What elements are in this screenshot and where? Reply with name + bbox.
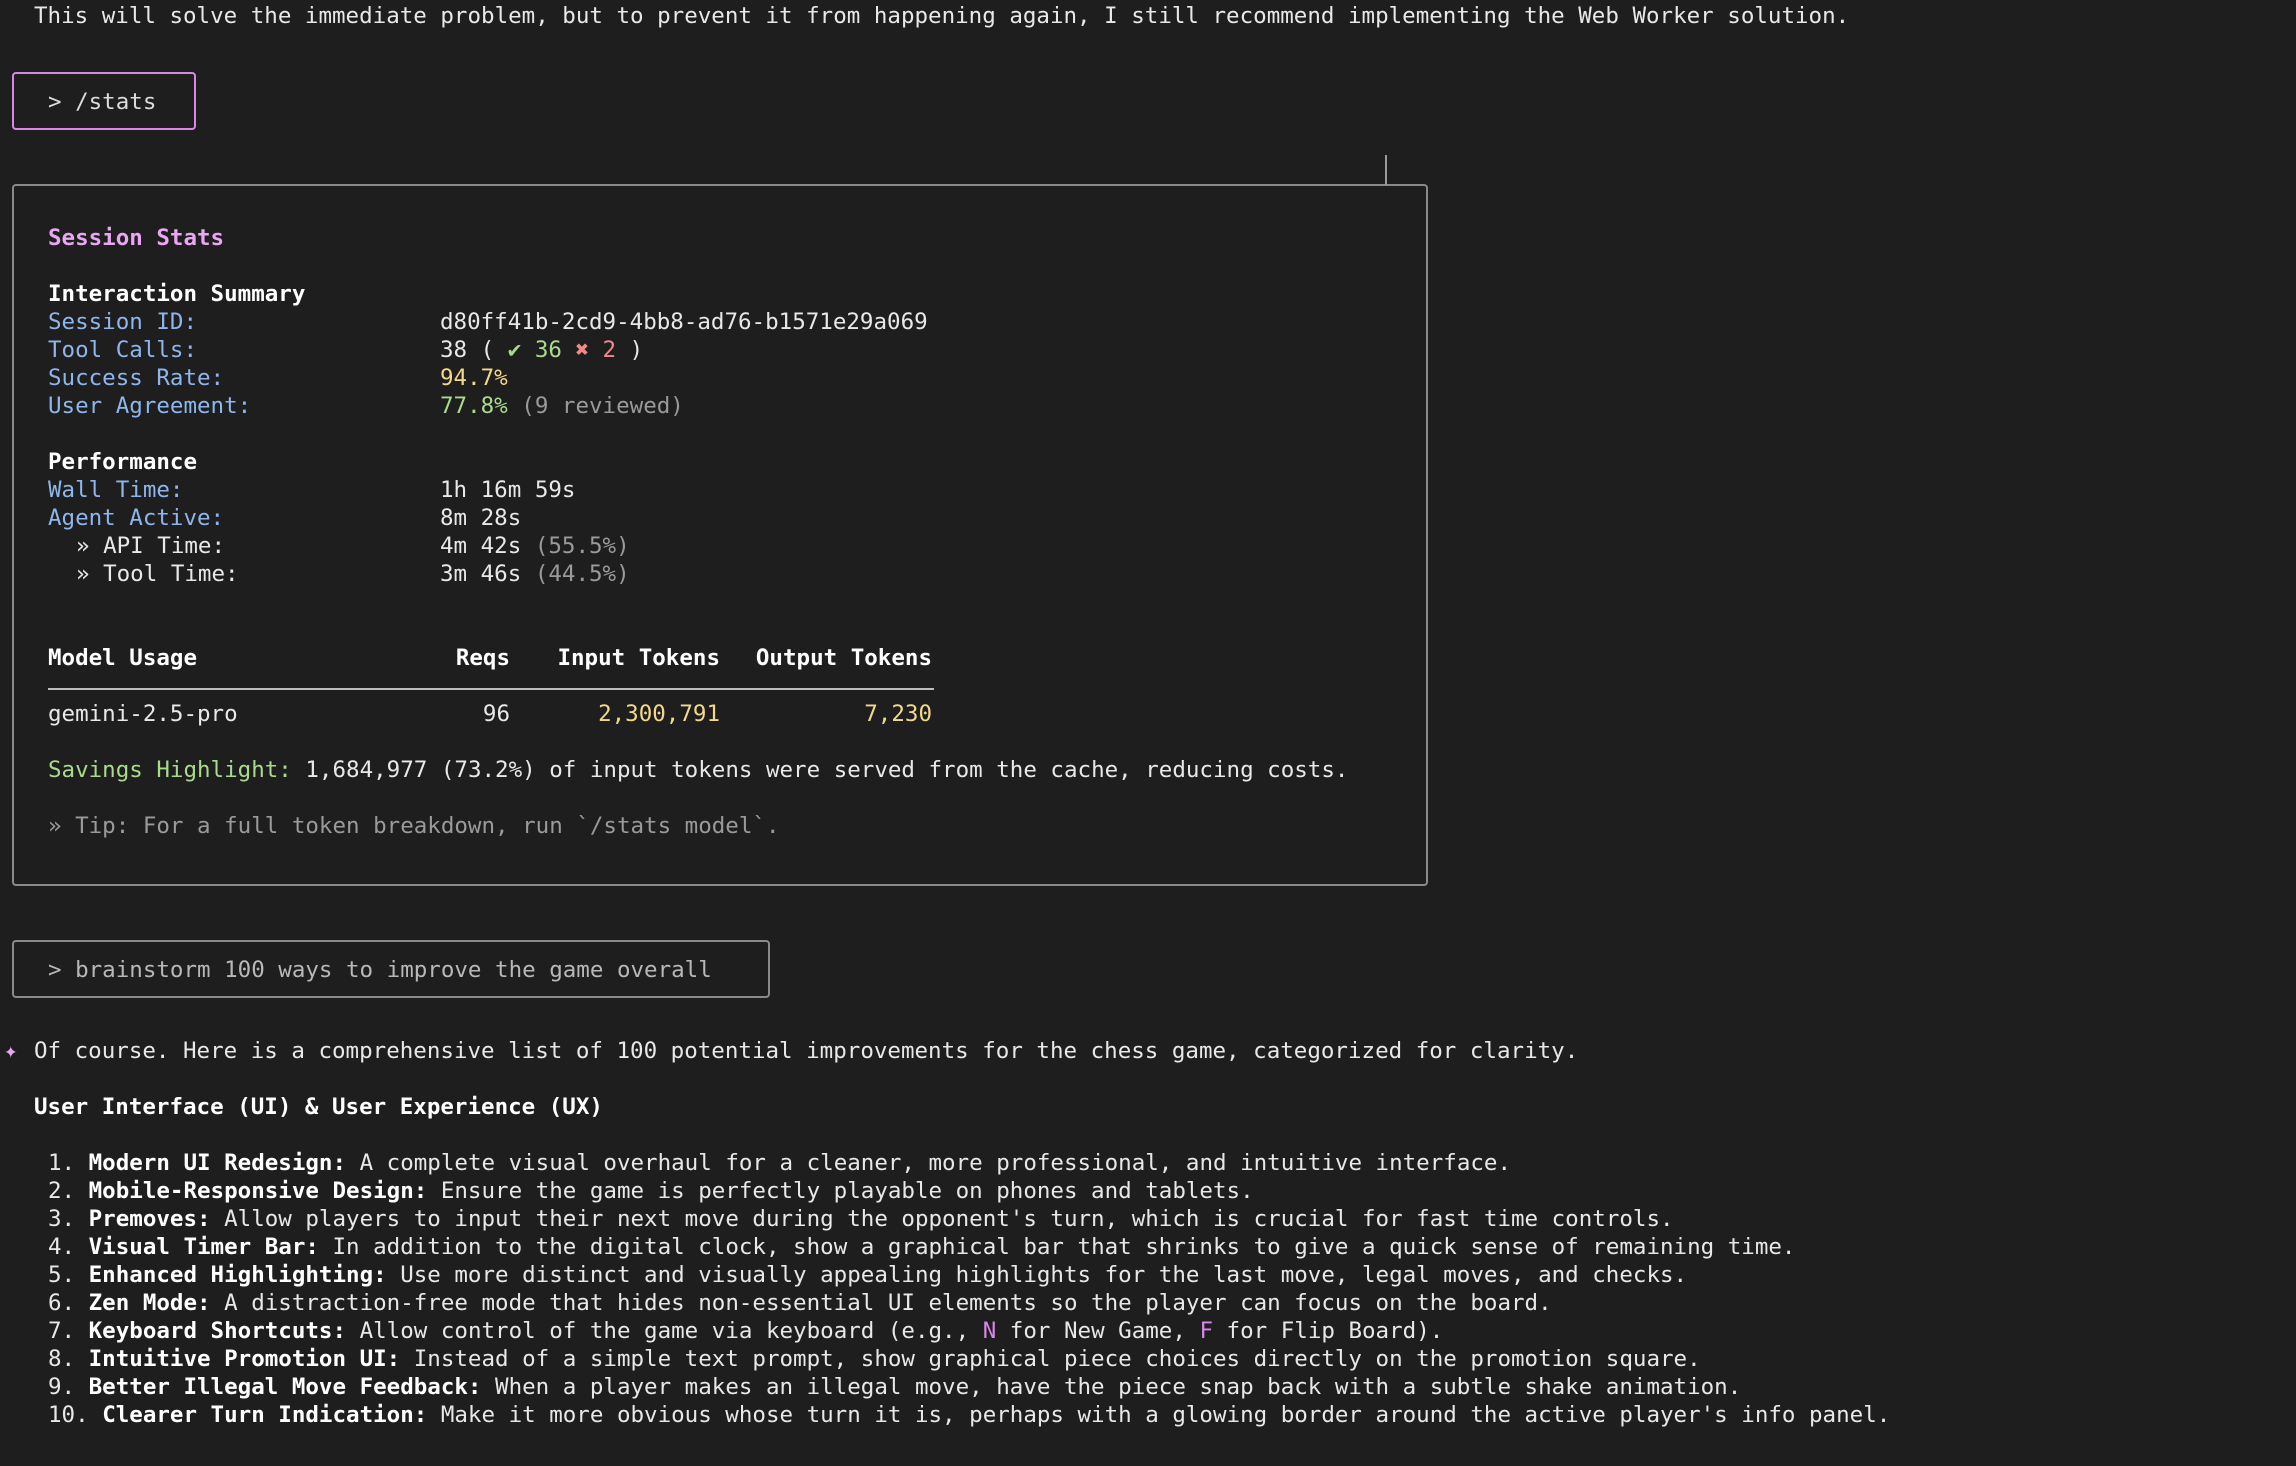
table-row-output: 7,230 — [864, 701, 932, 727]
user-prompt-stats: > /stats — [12, 72, 196, 130]
session-stats-title: Session Stats — [48, 225, 225, 251]
agent-active-value: 8m 28s — [440, 505, 522, 531]
list-item: 3. Premoves: Allow players to input thei… — [48, 1205, 1674, 1233]
list-item: 6. Zen Mode: A distraction-free mode tha… — [48, 1289, 1552, 1317]
list-item: 5. Enhanced Highlighting: Use more disti… — [48, 1261, 1687, 1289]
list-number: 4. — [48, 1234, 76, 1260]
list-item: 2. Mobile-Responsive Design: Ensure the … — [48, 1177, 1254, 1205]
section-title: User Interface (UI) & User Experience (U… — [34, 1094, 603, 1120]
user-prompt-brainstorm: > brainstorm 100 ways to improve the gam… — [12, 940, 770, 998]
sparkle-icon: ✦ — [4, 1038, 18, 1064]
list-item-title: Keyboard Shortcuts: — [88, 1318, 347, 1344]
session-stats-panel: Session Stats Interaction Summary Sessio… — [12, 184, 1428, 886]
list-number: 2. — [48, 1178, 76, 1204]
savings-text: 1,684,977 (73.2%) of input tokens were s… — [305, 757, 1349, 783]
list-number: 8. — [48, 1346, 76, 1372]
tool-time-duration: 3m 46s — [440, 561, 522, 587]
list-item: 9. Better Illegal Move Feedback: When a … — [48, 1373, 1741, 1401]
list-item-title: Premoves: — [88, 1206, 211, 1232]
list-number: 7. — [48, 1318, 76, 1344]
list-number: 1. — [48, 1150, 76, 1176]
performance-header: Performance — [48, 449, 198, 475]
assistant-message-top: This will solve the immediate problem, b… — [34, 3, 1850, 29]
api-time-label: » API Time: — [76, 533, 226, 559]
list-number: 10. — [48, 1402, 89, 1428]
wall-time-label: Wall Time: — [48, 477, 184, 503]
list-item-text: Instead of a simple text prompt, show gr… — [400, 1346, 1701, 1372]
table-row-input: 2,300,791 — [598, 701, 720, 727]
user-agreement-label: User Agreement: — [48, 393, 252, 419]
tool-calls-fail: ✖ 2 — [575, 337, 617, 363]
list-item-text: for Flip Board). — [1213, 1318, 1444, 1344]
list-item-text: A complete visual overhaul for a cleaner… — [346, 1150, 1511, 1176]
list-item-title: Mobile-Responsive Design: — [88, 1178, 428, 1204]
list-item-text: for New Game, — [996, 1318, 1200, 1344]
list-item: 8. Intuitive Promotion UI: Instead of a … — [48, 1345, 1701, 1373]
scroll-cursor-mark — [1385, 155, 1387, 185]
user-agreement-pct: 77.8% — [440, 393, 508, 419]
list-number: 6. — [48, 1290, 76, 1316]
list-number: 3. — [48, 1206, 76, 1232]
list-item-title: Clearer Turn Indication: — [102, 1402, 428, 1428]
list-item-text: Use more distinct and visually appealing… — [386, 1262, 1688, 1288]
tool-calls-label: Tool Calls: — [48, 337, 198, 363]
api-time-pct: (55.5%) — [534, 533, 630, 559]
list-item-text: Ensure the game is perfectly playable on… — [427, 1178, 1254, 1204]
api-time-duration: 4m 42s — [440, 533, 522, 559]
list-item-title: Modern UI Redesign: — [88, 1150, 347, 1176]
tool-calls-close: ) — [629, 337, 644, 363]
interaction-summary-header: Interaction Summary — [48, 281, 306, 307]
table-header-output: Output Tokens — [755, 645, 932, 671]
list-item: 7. Keyboard Shortcuts: Allow control of … — [48, 1317, 1443, 1345]
panel-border-gap — [1405, 160, 1415, 180]
tool-calls-success: ✔ 36 — [507, 337, 562, 363]
session-id-value: d80ff41b-2cd9-4bb8-ad76-b1571e29a069 — [440, 309, 928, 335]
list-item-title: Enhanced Highlighting: — [88, 1262, 387, 1288]
table-row-model: gemini-2.5-pro — [48, 701, 238, 727]
list-item-title: Visual Timer Bar: — [88, 1234, 319, 1260]
list-item-title: Intuitive Promotion UI: — [88, 1346, 401, 1372]
list-item-text: When a player makes an illegal move, hav… — [481, 1374, 1742, 1400]
table-header-reqs: Reqs — [455, 645, 510, 671]
shortcut-key-f: F — [1199, 1318, 1213, 1344]
list-item: 1. Modern UI Redesign: A complete visual… — [48, 1149, 1511, 1177]
wall-time-value: 1h 16m 59s — [440, 477, 576, 503]
tool-calls-total: 38 ( — [440, 337, 495, 363]
session-id-label: Session ID: — [48, 309, 198, 335]
list-item-text: Allow control of the game via keyboard (… — [346, 1318, 983, 1344]
tool-time-value: 3m 46s (44.5%) — [440, 560, 630, 588]
list-item: 4. Visual Timer Bar: In addition to the … — [48, 1233, 1795, 1261]
list-item-text: A distraction-free mode that hides non-e… — [210, 1290, 1552, 1316]
list-item-text: Allow players to input their next move d… — [210, 1206, 1674, 1232]
list-number: 9. — [48, 1374, 76, 1400]
agent-active-label: Agent Active: — [48, 505, 225, 531]
list-item-title: Better Illegal Move Feedback: — [88, 1374, 482, 1400]
table-row-reqs: 96 — [482, 701, 510, 727]
user-agreement-note: (9 reviewed) — [521, 393, 684, 419]
table-header-model: Model Usage — [48, 645, 198, 671]
savings-label: Savings Highlight: — [48, 757, 292, 783]
tool-time-label: » Tool Time: — [76, 561, 239, 587]
list-number: 5. — [48, 1262, 76, 1288]
list-item-text: Make it more obvious whose turn it is, p… — [427, 1402, 1891, 1428]
list-item: 10. Clearer Turn Indication: Make it mor… — [48, 1401, 1890, 1429]
response-intro: Of course. Here is a comprehensive list … — [34, 1038, 1579, 1064]
table-divider — [48, 688, 934, 690]
success-rate-label: Success Rate: — [48, 365, 225, 391]
list-item-title: Zen Mode: — [88, 1290, 211, 1316]
success-rate-value: 94.7% — [440, 365, 508, 391]
stats-tip: » Tip: For a full token breakdown, run `… — [48, 813, 780, 839]
table-header-input: Input Tokens — [557, 645, 720, 671]
user-agreement-value: 77.8% (9 reviewed) — [440, 392, 684, 420]
api-time-value: 4m 42s (55.5%) — [440, 532, 630, 560]
tool-time-pct: (44.5%) — [534, 561, 630, 587]
savings-highlight: Savings Highlight: 1,684,977 (73.2%) of … — [48, 756, 1348, 784]
list-item-text: In addition to the digital clock, show a… — [318, 1234, 1796, 1260]
shortcut-key-n: N — [982, 1318, 997, 1344]
tool-calls-value: 38 ( ✔ 36 ✖ 2 ) — [440, 336, 643, 364]
